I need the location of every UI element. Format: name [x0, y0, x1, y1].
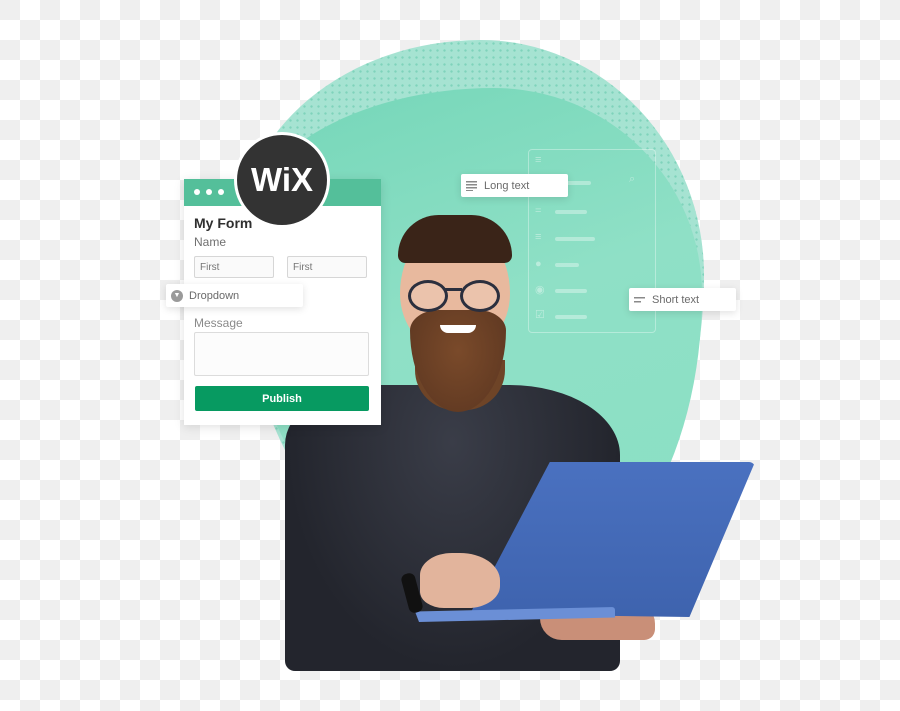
placeholder-line — [555, 315, 587, 319]
placeholder-line — [555, 263, 579, 267]
message-textarea[interactable] — [194, 332, 369, 376]
glasses-left-lens — [408, 280, 448, 312]
glasses-bridge — [444, 288, 462, 291]
short-text-icon: = — [535, 205, 542, 217]
dropdown-icon: ● — [535, 258, 542, 270]
dropdown-chip-label: Dropdown — [189, 289, 240, 302]
name-label: Name — [194, 235, 227, 249]
window-dot-icon — [218, 189, 224, 195]
wix-logo-text: WiX — [250, 161, 314, 198]
window-dot-icon — [206, 189, 212, 195]
person-hair — [398, 215, 512, 263]
glasses-right-lens — [460, 280, 500, 312]
short-text-chip-label: Short text — [652, 293, 700, 306]
checkbox-icon: ☑ — [535, 309, 545, 321]
long-text-icon: ≡ — [535, 231, 542, 243]
first-name-input[interactable] — [194, 256, 274, 278]
radio-icon: ◉ — [535, 284, 545, 296]
last-name-input[interactable] — [287, 256, 367, 278]
menu-icon: ≡ — [535, 154, 542, 166]
wix-logo: WiX — [234, 132, 330, 228]
long-text-field-chip[interactable]: Long text — [461, 174, 568, 197]
placeholder-line — [555, 237, 595, 241]
long-text-lines-icon — [466, 180, 478, 192]
search-icon: ⌕ — [629, 173, 636, 185]
placeholder-line — [555, 289, 587, 293]
short-text-field-chip[interactable]: Short text — [629, 288, 736, 311]
placeholder-line — [555, 210, 587, 214]
short-text-lines-icon — [634, 294, 646, 306]
person-smile — [440, 325, 476, 333]
message-label: Message — [194, 316, 243, 330]
window-dot-icon — [194, 189, 200, 195]
dropdown-circle-icon: ▼ — [171, 289, 183, 302]
dropdown-field-chip[interactable]: ▼ Dropdown — [166, 284, 303, 307]
publish-button[interactable]: Publish — [195, 386, 369, 411]
person-left-hand — [420, 553, 500, 608]
form-title: My Form — [194, 215, 253, 231]
long-text-chip-label: Long text — [484, 179, 530, 192]
